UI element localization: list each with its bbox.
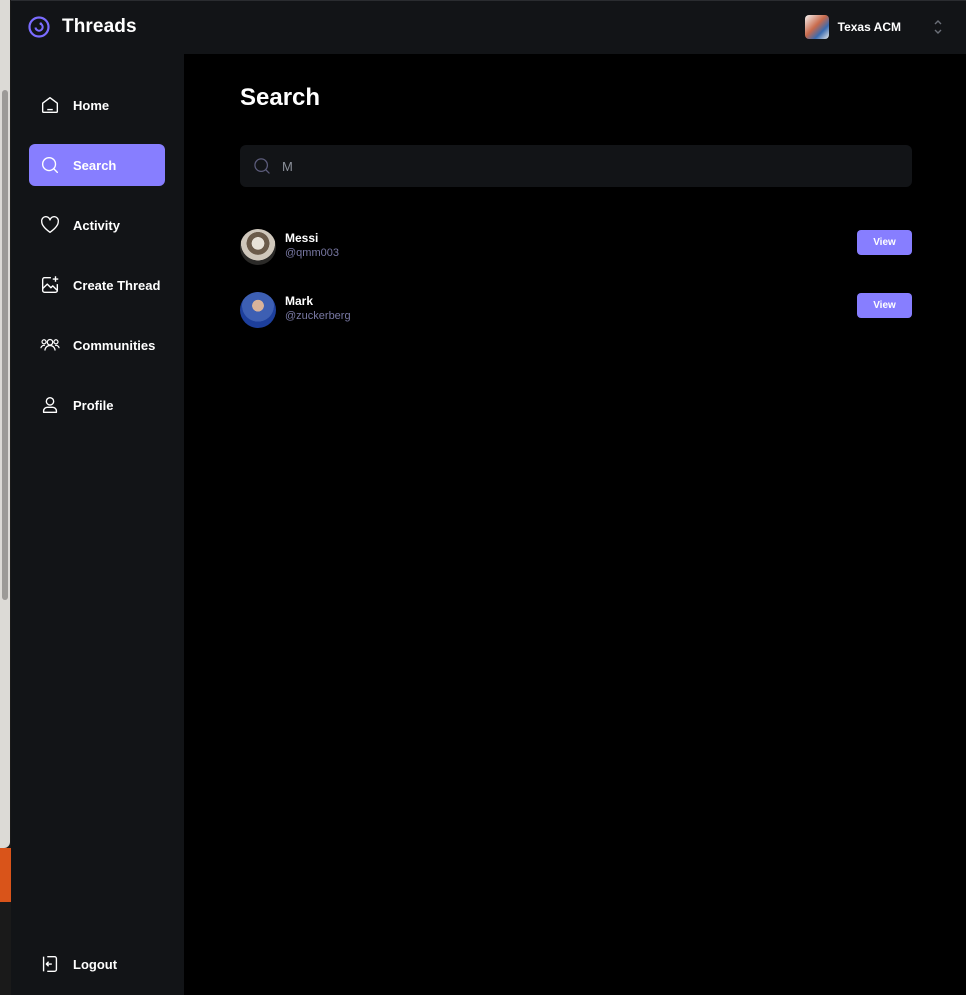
left-sidebar: Home Search Activity Create Thread Commu… (11, 54, 184, 995)
user-name: Messi (285, 231, 319, 245)
heart-icon (41, 216, 59, 234)
avatar (240, 292, 276, 328)
org-avatar (804, 15, 829, 39)
app-name: Threads (62, 16, 137, 37)
search-icon (41, 156, 59, 174)
list-item: Messi @qmm003 View (240, 229, 912, 267)
logout-label: Logout (73, 956, 118, 972)
user-icon (42, 396, 58, 414)
user-handle: @zuckerberg (285, 310, 351, 322)
search-bar[interactable] (240, 145, 912, 187)
sidebar-item-search[interactable]: Search (29, 144, 165, 186)
user-handle: @qmm003 (285, 247, 339, 259)
org-name: Texas ACM (837, 20, 901, 34)
create-icon (41, 276, 59, 294)
brand-logo[interactable]: Threads (27, 15, 137, 39)
sidebar-item-activity[interactable]: Activity (29, 204, 165, 246)
chevron-up-down-icon[interactable] (932, 18, 944, 36)
search-icon (254, 158, 270, 174)
logout-icon (42, 955, 58, 973)
sidebar-item-profile[interactable]: Profile (29, 384, 165, 426)
sidebar-item-label: Home (73, 97, 110, 113)
organization-switcher[interactable]: Texas ACM (804, 15, 944, 39)
background-scrollbar[interactable] (2, 90, 8, 600)
threads-logo-icon (28, 16, 50, 38)
home-icon (41, 96, 59, 114)
desktop-edge (0, 0, 11, 995)
sidebar-item-label: Profile (73, 397, 114, 413)
view-button[interactable]: View (857, 293, 912, 318)
sidebar-item-label: Communities (73, 337, 156, 353)
list-item: Mark @zuckerberg View (240, 292, 912, 330)
sidebar-item-create-thread[interactable]: Create Thread (29, 264, 165, 306)
background-accent (0, 848, 11, 902)
sidebar-item-label: Search (73, 157, 117, 173)
topbar: Threads Texas ACM (11, 0, 966, 54)
view-button[interactable]: View (857, 230, 912, 255)
sidebar-item-label: Activity (73, 217, 120, 233)
communities-icon (40, 338, 60, 351)
sidebar-item-label: Create Thread (73, 277, 161, 293)
page-title: Search (240, 84, 321, 111)
user-name: Mark (285, 294, 314, 308)
sidebar-item-communities[interactable]: Communities (29, 324, 165, 366)
main-content: Search Messi @qmm003 View Mark @zuckerbe… (184, 54, 966, 995)
search-input[interactable] (282, 158, 882, 174)
sidebar-item-home[interactable]: Home (29, 84, 165, 126)
logout-button[interactable]: Logout (29, 943, 165, 985)
avatar (240, 229, 276, 265)
